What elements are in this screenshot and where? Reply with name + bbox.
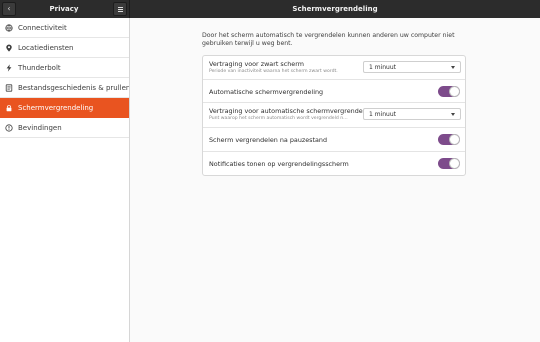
page-title: Schermvergrendeling [292, 5, 378, 13]
chevron-down-icon [451, 66, 455, 69]
diagnostics-icon [5, 123, 13, 132]
lock-screen-notifications-row: Notificaties tonen op vergrendelingssche… [203, 152, 465, 175]
sidebar-item-label: Bevindingen [18, 123, 62, 132]
setting-title: Scherm vergrendelen na pauzestand [209, 136, 328, 144]
setting-title: Automatische schermvergrendeling [209, 88, 324, 96]
description-text: Door het scherm automatisch te vergrende… [202, 32, 455, 47]
dropdown-value: 1 minuut [369, 111, 396, 118]
auto-lock-delay-row: Vertraging voor automatische schermvergr… [203, 103, 465, 128]
settings-panel: Vertraging voor zwart scherm Periode van… [202, 55, 466, 176]
blank-screen-delay-dropdown[interactable]: 1 minuut [363, 61, 461, 73]
sidebar-item-thunderbolt[interactable]: Thunderbolt [0, 58, 129, 78]
lock-screen-notifications-toggle[interactable] [438, 158, 460, 169]
sidebar-item-label: Locatiediensten [18, 43, 74, 52]
toggle-knob [449, 86, 460, 97]
blank-screen-delay-row: Vertraging voor zwart scherm Periode van… [203, 56, 465, 80]
sidebar-item-file-history[interactable]: Bestandsgeschiedenis & prullenbak [0, 78, 143, 98]
sidebar-item-connectivity[interactable]: Connectiviteit [0, 18, 129, 38]
connectivity-icon [5, 23, 13, 32]
location-icon [6, 44, 12, 52]
sidebar-item-label: Thunderbolt [18, 63, 61, 72]
setting-subtitle: Periode van inactiviteit waarna het sche… [209, 69, 338, 74]
lock-on-suspend-row: Scherm vergrendelen na pauzestand [203, 128, 465, 152]
setting-title: Vertraging voor zwart scherm [209, 60, 304, 68]
file-history-icon [5, 83, 13, 92]
setting-title: Vertraging voor automatische schermvergr… [209, 107, 370, 115]
lock-on-suspend-toggle[interactable] [438, 134, 460, 145]
back-arrow-icon: ‹ [7, 4, 11, 13]
sidebar-item-label: Connectiviteit [18, 23, 67, 32]
sidebar-item-label: Bestandsgeschiedenis & prullenbak [18, 83, 144, 92]
sidebar-item-location[interactable]: Locatiediensten [0, 38, 129, 58]
lock-icon [6, 104, 12, 111]
setting-title: Notificaties tonen op vergrendelingssche… [209, 160, 349, 168]
auto-lock-row: Automatische schermvergrendeling [203, 80, 465, 103]
back-button[interactable]: ‹ [2, 2, 16, 16]
auto-lock-toggle[interactable] [438, 86, 460, 97]
sidebar: Connectiviteit Locatiediensten Thunderbo… [0, 18, 143, 342]
toggle-knob [449, 158, 460, 169]
auto-lock-delay-dropdown[interactable]: 1 minuut [363, 108, 461, 120]
sidebar-title: Privacy [49, 5, 79, 13]
thunderbolt-icon [6, 63, 12, 72]
sidebar-item-label: Schermvergrendeling [18, 103, 94, 112]
sidebar-item-diagnostics[interactable]: Bevindingen [0, 118, 129, 138]
chevron-down-icon [451, 113, 455, 116]
setting-subtitle: Punt waarop het scherm automatisch wordt… [209, 116, 348, 121]
menu-button[interactable] [113, 2, 127, 16]
sidebar-item-screen-lock[interactable]: Schermvergrendeling [0, 98, 129, 118]
dropdown-value: 1 minuut [369, 64, 396, 71]
main-content: Door het scherm automatisch te vergrende… [130, 18, 540, 342]
toggle-knob [449, 134, 460, 145]
header-bar: ‹ Privacy Schermvergrendeling [0, 0, 540, 18]
hamburger-icon [118, 7, 123, 8]
